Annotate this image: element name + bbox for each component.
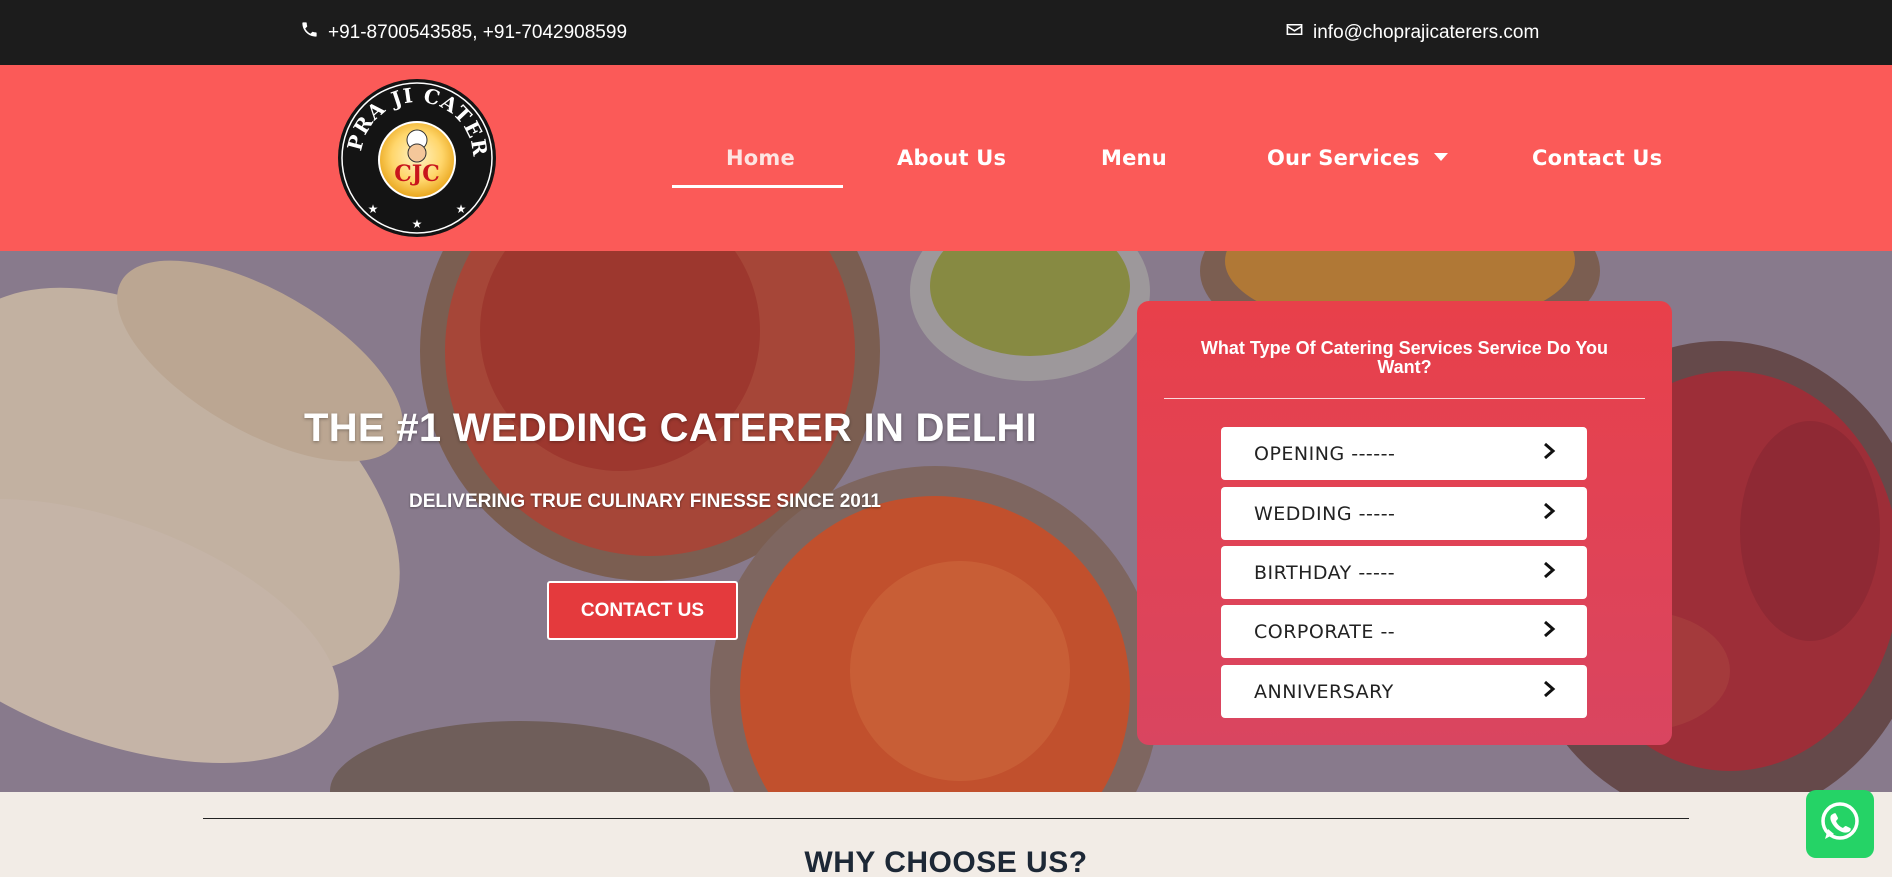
service-option-label: CORPORATE --	[1254, 620, 1396, 643]
chevron-right-icon	[1541, 502, 1557, 525]
services-card: What Type Of Catering Services Service D…	[1137, 301, 1672, 745]
phone-icon	[300, 20, 319, 45]
service-option-wedding[interactable]: WEDDING -----	[1221, 487, 1587, 540]
service-option-label: BIRTHDAY -----	[1254, 561, 1396, 584]
nav-our-services-label: Our Services	[1267, 146, 1420, 170]
nav-about-us[interactable]: About Us	[897, 146, 1006, 170]
chevron-right-icon	[1541, 620, 1557, 643]
main-nav: Home About Us Menu Our Services Contact …	[0, 146, 1892, 186]
whatsapp-icon	[1816, 798, 1864, 851]
svg-text:★: ★	[368, 202, 379, 216]
phone-numbers: +91-8700543585, +91-7042908599	[328, 21, 628, 43]
service-option-label: OPENING ------	[1254, 442, 1396, 465]
nav-home[interactable]: Home	[726, 146, 795, 170]
chevron-right-icon	[1541, 561, 1557, 584]
svg-text:★: ★	[456, 202, 467, 216]
why-choose-us-heading: WHY CHOOSE US?	[804, 846, 1088, 877]
contact-us-button[interactable]: CONTACT US	[547, 581, 738, 640]
hero-section: THE #1 WEDDING CATERER IN DELHI DELIVERI…	[0, 251, 1892, 792]
whatsapp-button[interactable]	[1806, 790, 1874, 858]
hero-subtitle: DELIVERING TRUE CULINARY FINESSE SINCE 2…	[409, 491, 881, 512]
chevron-down-icon	[1433, 153, 1448, 161]
hero-title: THE #1 WEDDING CATERER IN DELHI	[304, 406, 1038, 450]
nav-contact-us[interactable]: Contact Us	[1532, 146, 1662, 170]
service-option-label: ANNIVERSARY	[1254, 680, 1394, 703]
nav-menu[interactable]: Menu	[1101, 146, 1167, 170]
service-option-opening[interactable]: OPENING ------	[1221, 427, 1587, 480]
service-option-corporate[interactable]: CORPORATE --	[1221, 605, 1587, 658]
email-contact[interactable]: info@choprajicaterers.com	[1285, 20, 1539, 45]
email-address: info@choprajicaterers.com	[1313, 21, 1540, 43]
envelope-icon	[1285, 20, 1304, 45]
svg-text:★: ★	[412, 217, 423, 231]
service-option-label: WEDDING -----	[1254, 502, 1396, 525]
section-divider	[203, 818, 1689, 819]
chevron-right-icon	[1541, 680, 1557, 703]
service-option-birthday[interactable]: BIRTHDAY -----	[1221, 546, 1587, 599]
active-nav-indicator	[672, 185, 843, 188]
divider	[1164, 398, 1645, 399]
nav-our-services[interactable]: Our Services	[1267, 146, 1448, 170]
services-card-title: What Type Of Catering Services Service D…	[1200, 338, 1609, 377]
top-contact-bar: +91-8700543585, +91-7042908599 info@chop…	[0, 0, 1892, 65]
chevron-right-icon	[1541, 442, 1557, 465]
service-option-anniversary[interactable]: ANNIVERSARY	[1221, 665, 1587, 718]
phone-contact[interactable]: +91-8700543585, +91-7042908599	[300, 20, 627, 45]
